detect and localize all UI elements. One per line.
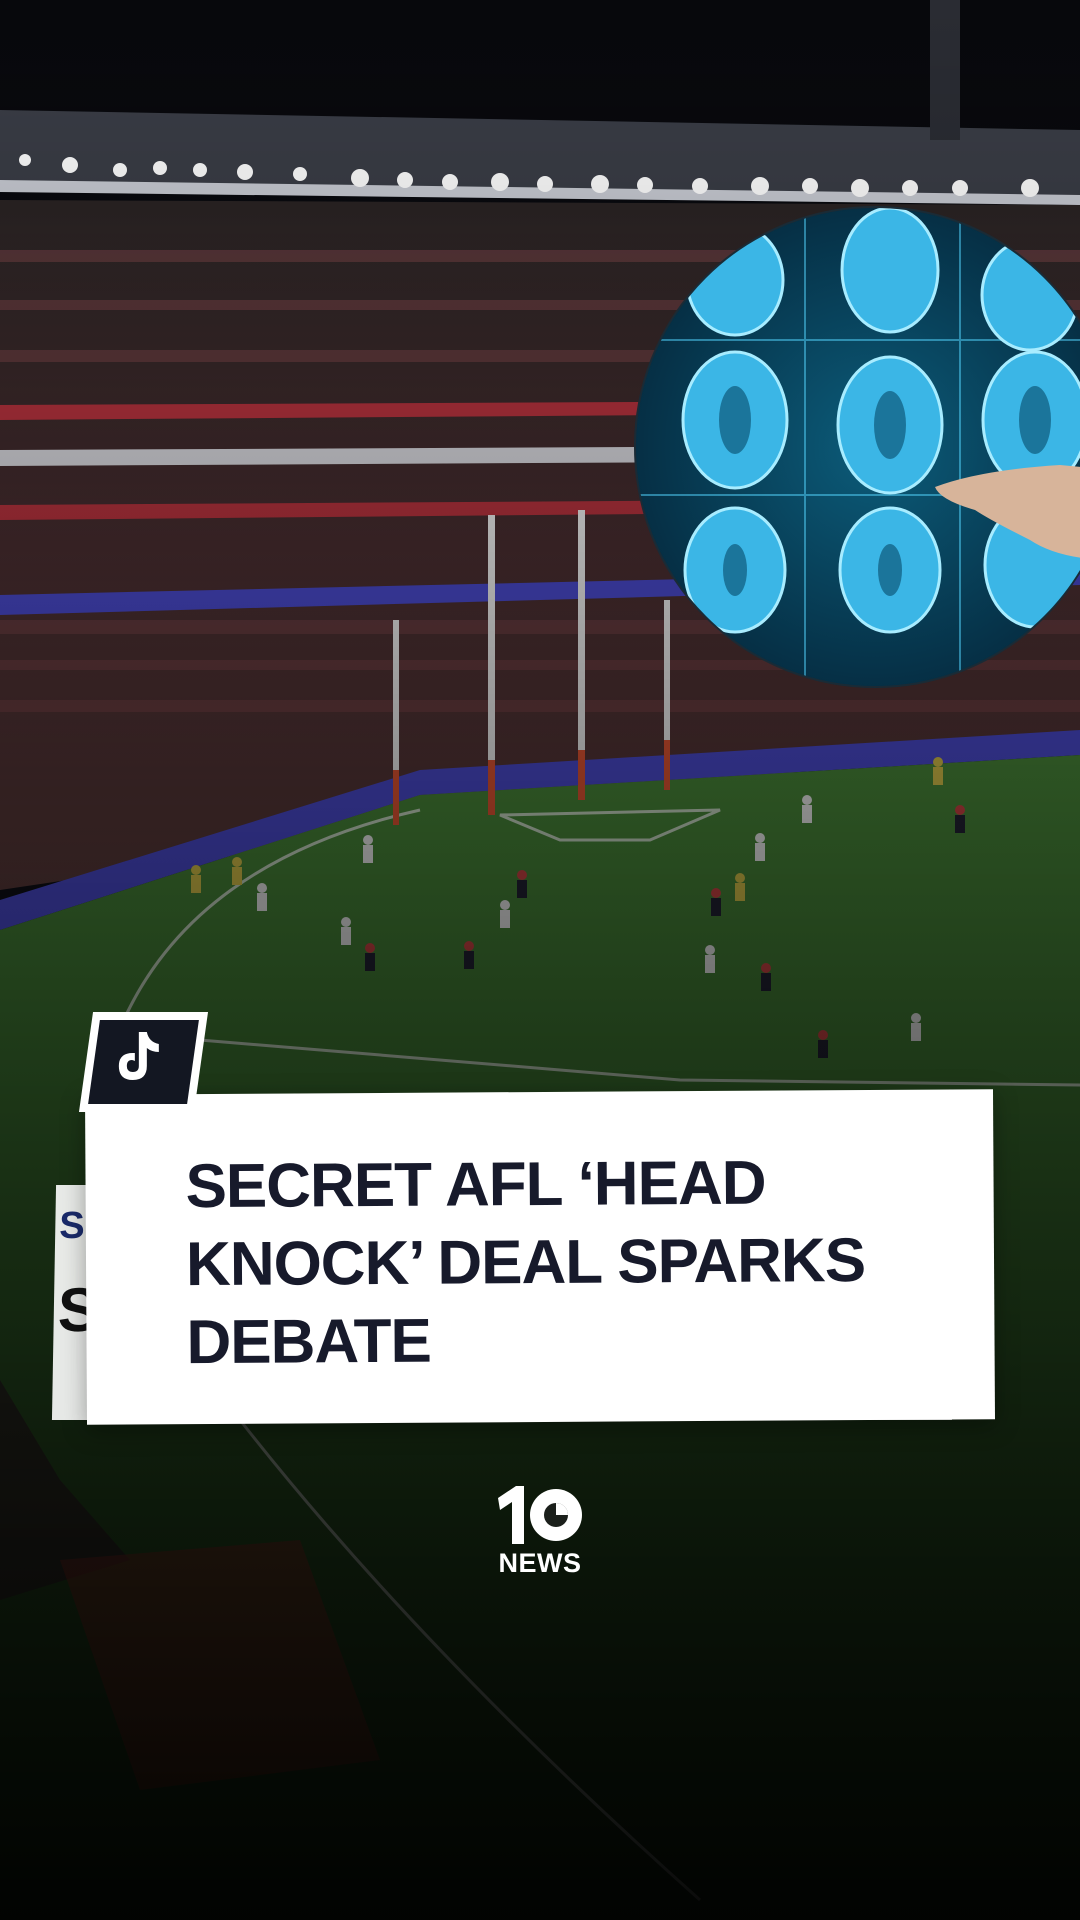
tiktok-icon [118,1032,159,1080]
ten-logo-icon [498,1486,582,1544]
ten-news-logo: NEWS [494,1484,586,1584]
stadium-background-photo [0,0,1080,1920]
logo-news-text: NEWS [498,1548,582,1578]
headline-text: SECRET AFL ‘HEAD KNOCK’ DEAL SPARKS DEBA… [185,1148,866,1378]
headline-card: SECRET AFL ‘HEAD KNOCK’ DEAL SPARKS DEBA… [85,1089,995,1425]
ghost-caption-start: S [58,1205,86,1247]
tiktok-badge [78,1012,209,1112]
